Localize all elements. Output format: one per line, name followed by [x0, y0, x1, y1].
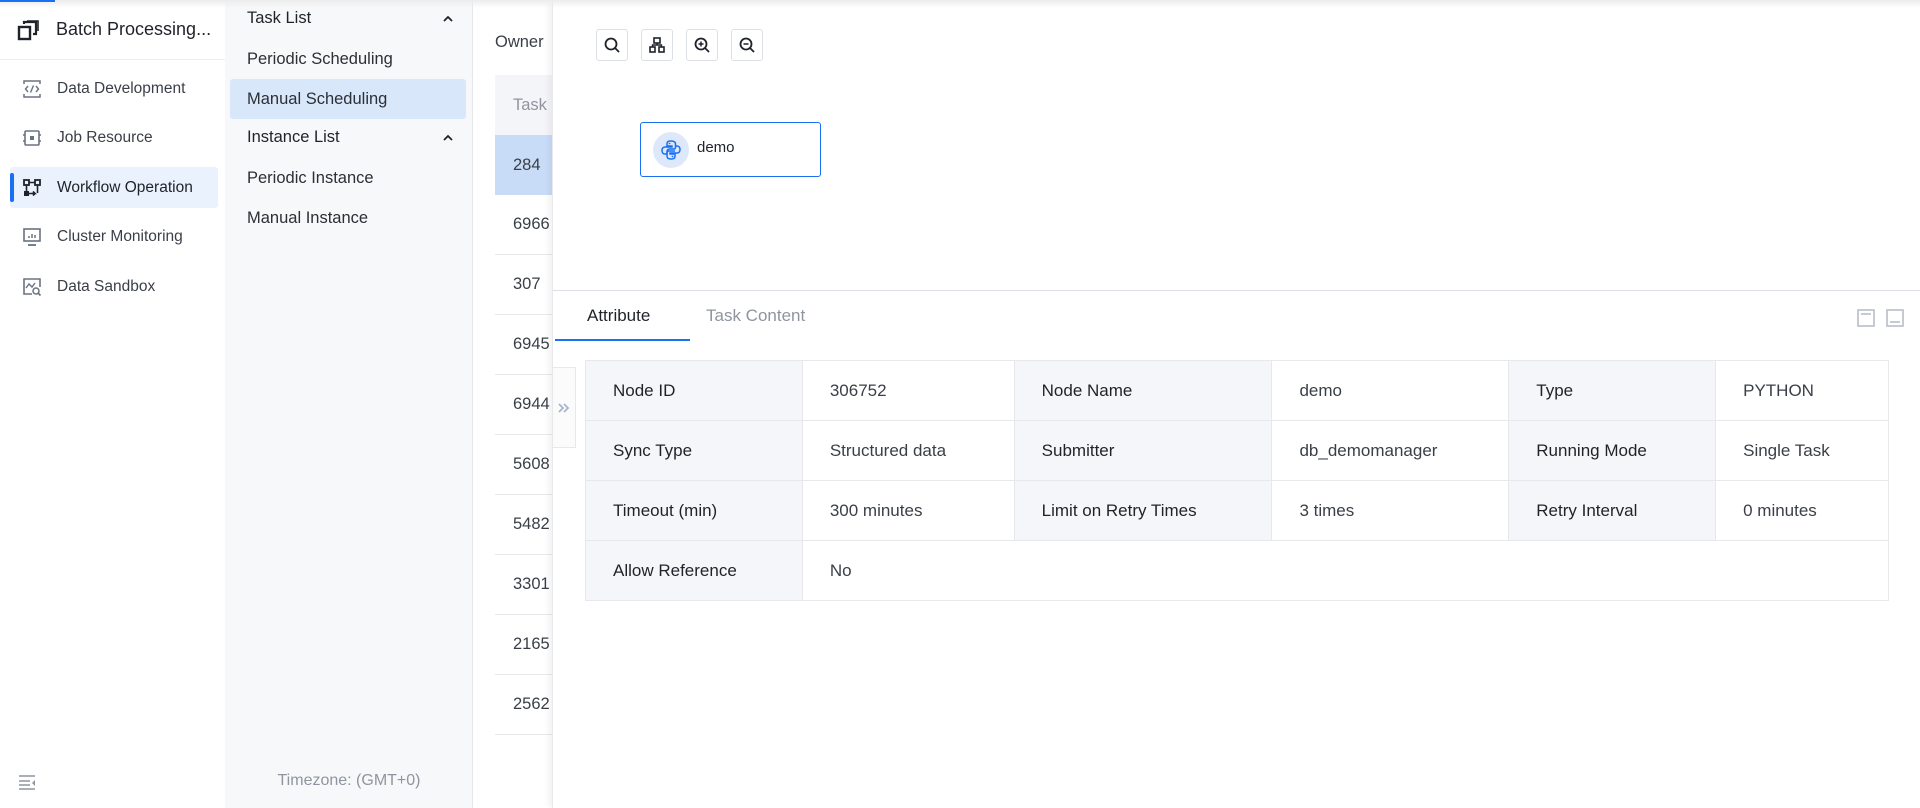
attr-key-timeout: Timeout (min) — [585, 480, 803, 541]
python-icon — [661, 140, 681, 160]
sidebar-item-label: Job Resource — [57, 129, 153, 146]
zoom-in-button[interactable] — [686, 29, 718, 61]
sidebar-item-data-development[interactable]: Data Development — [10, 68, 218, 109]
attribute-row: Allow Reference No — [585, 540, 1890, 601]
attr-key-node-id: Node ID — [585, 360, 803, 421]
detail-tabs: Attribute Task Content — [553, 291, 1920, 343]
attr-key-type: Type — [1508, 360, 1717, 421]
product-icon — [17, 20, 39, 41]
maximize-panel-icon[interactable] — [1857, 309, 1875, 327]
column-header-task[interactable]: Task — [495, 75, 553, 135]
search-icon — [604, 37, 620, 53]
auto-layout-button[interactable] — [641, 29, 673, 61]
code-icon — [23, 79, 41, 98]
attr-value-node-id: 306752 — [801, 360, 1015, 421]
menu-group-task-list[interactable]: Task List — [247, 9, 311, 28]
sidebar-item-job-resource[interactable]: Job Resource — [10, 118, 218, 159]
sidebar-item-workflow-operation[interactable]: Workflow Operation — [10, 167, 218, 208]
attr-key-allow-reference: Allow Reference — [585, 540, 803, 601]
attr-value-running-mode: Single Task — [1715, 420, 1889, 481]
attr-value-sync-type: Structured data — [801, 420, 1015, 481]
tab-attribute[interactable]: Attribute — [587, 306, 650, 326]
zoom-out-button[interactable] — [731, 29, 763, 61]
loading-progress-bar — [0, 0, 55, 2]
sandbox-icon — [23, 277, 42, 296]
table-row[interactable]: 284 — [495, 135, 553, 195]
expand-list-handle[interactable] — [553, 367, 576, 448]
attr-key-sync-type: Sync Type — [585, 420, 803, 481]
zoom-in-icon — [694, 37, 710, 53]
main-nav: Data Development Job Resource Workflow O… — [10, 68, 218, 316]
table-row[interactable]: 3301 — [495, 555, 553, 615]
sidebar-item-label: Data Development — [57, 79, 186, 97]
table-row[interactable]: 307 — [495, 255, 553, 315]
search-button[interactable] — [596, 29, 628, 61]
table-row[interactable]: 2165 — [495, 615, 553, 675]
layout-icon — [649, 37, 665, 53]
attribute-row: Node ID 306752 Node Name demo Type PYTHO… — [585, 360, 1889, 421]
task-list-table: Owner Task 284 6966 307 6945 6944 5608 5… — [473, 0, 553, 808]
sidebar-item-cluster-monitoring[interactable]: Cluster Monitoring — [10, 217, 218, 258]
table-row[interactable]: 5608 — [495, 435, 553, 495]
menu-item-periodic-instance[interactable]: Periodic Instance — [230, 158, 466, 198]
table-row[interactable]: 6945 — [495, 315, 553, 375]
menu-item-periodic-scheduling[interactable]: Periodic Scheduling — [230, 39, 466, 79]
chip-icon — [23, 130, 41, 146]
workflow-icon — [23, 178, 41, 196]
collapse-menu-icon[interactable] — [18, 774, 36, 790]
attr-value-timeout: 300 minutes — [801, 480, 1015, 541]
zoom-out-icon — [739, 37, 755, 53]
attr-key-retry-limit: Limit on Retry Times — [1013, 480, 1273, 541]
node-label: demo — [697, 139, 735, 156]
table-row[interactable]: 6966 — [495, 195, 553, 255]
table-row[interactable]: 6944 — [495, 375, 553, 435]
timezone-label: Timezone: (GMT+0) — [277, 772, 421, 789]
sidebar-item-label: Cluster Monitoring — [57, 228, 183, 245]
table-row[interactable]: 5482 — [495, 495, 553, 555]
primary-sidebar: Batch Processing... Data Development Job… — [0, 0, 225, 808]
attribute-row: Timeout (min) 300 minutes Limit on Retry… — [585, 480, 1889, 541]
attribute-table: Node ID 306752 Node Name demo Type PYTHO… — [585, 360, 1890, 601]
attr-value-retry-limit: 3 times — [1271, 480, 1510, 541]
sidebar-item-label: Data Sandbox — [57, 277, 156, 295]
attr-key-running-mode: Running Mode — [1508, 420, 1717, 481]
secondary-menu: Task List Periodic Scheduling Manual Sch… — [225, 0, 473, 808]
attr-value-retry-interval: 0 minutes — [1715, 480, 1889, 541]
attr-value-allow-reference: No — [801, 540, 1890, 601]
monitor-icon — [23, 228, 41, 246]
menu-item-manual-scheduling[interactable]: Manual Scheduling — [230, 79, 466, 119]
attribute-row: Sync Type Structured data Submitter db_d… — [585, 420, 1889, 481]
workflow-node-demo[interactable]: demo — [640, 122, 821, 177]
app-brand: Batch Processing... — [0, 0, 225, 60]
attr-key-submitter: Submitter — [1013, 420, 1273, 481]
tab-task-content[interactable]: Task Content — [706, 306, 805, 326]
attr-value-node-name: demo — [1271, 360, 1510, 421]
table-row[interactable]: 2562 — [495, 675, 553, 735]
owner-filter-label[interactable]: Owner — [495, 33, 544, 52]
workflow-detail-panel: demo Attribute Task Content Node ID 3067… — [552, 0, 1920, 808]
menu-group-instance-list[interactable]: Instance List — [247, 128, 340, 147]
chevron-up-icon[interactable] — [441, 14, 455, 24]
minimize-panel-icon[interactable] — [1886, 309, 1904, 327]
sidebar-item-label: Workflow Operation — [57, 178, 193, 196]
double-chevron-right-icon — [558, 402, 570, 413]
app-title: Batch Processing... — [56, 19, 212, 39]
active-tab-indicator — [555, 339, 690, 341]
node-type-badge — [653, 132, 689, 168]
attr-value-type: PYTHON — [1715, 360, 1889, 421]
attr-key-retry-interval: Retry Interval — [1508, 480, 1717, 541]
attr-value-submitter: db_demomanager — [1271, 420, 1510, 481]
chevron-up-icon[interactable] — [441, 133, 455, 143]
attr-key-node-name: Node Name — [1013, 360, 1273, 421]
menu-item-manual-instance[interactable]: Manual Instance — [230, 198, 466, 238]
sidebar-item-data-sandbox[interactable]: Data Sandbox — [10, 266, 218, 307]
